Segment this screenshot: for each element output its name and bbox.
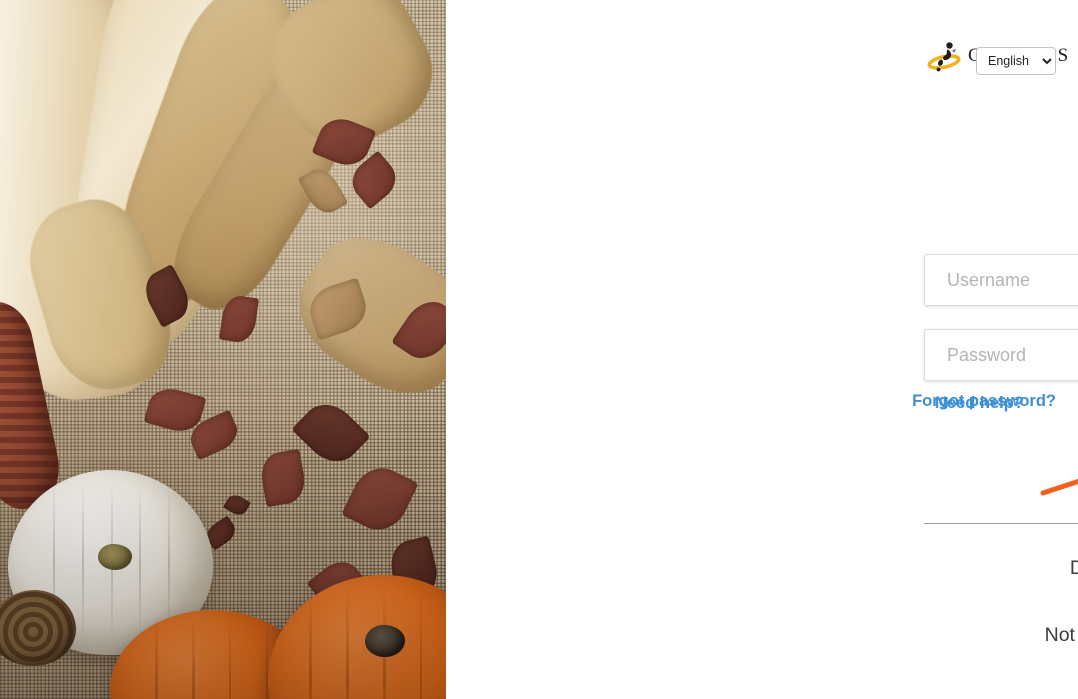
section-divider — [924, 523, 1078, 524]
login-form-panel: COMPASS G R O U P English — [446, 0, 1078, 699]
language-select[interactable]: English — [976, 47, 1056, 75]
login-page: COMPASS G R O U P English — [0, 0, 1078, 699]
password-input[interactable] — [924, 329, 1078, 381]
reset-prompt: Not able to login? — [1044, 624, 1078, 646]
register-prompt: Don't have an account? — [1069, 557, 1078, 579]
pumpkin-stem — [364, 625, 405, 658]
annotation-arrow-icon — [1040, 478, 1078, 496]
pumpkin-stem — [98, 544, 133, 570]
compass-group-swoosh-icon — [927, 42, 961, 72]
autumn-harvest-photo — [0, 0, 446, 699]
username-input[interactable] — [924, 254, 1078, 306]
forgot-password-link[interactable]: Forgot password? — [912, 392, 1056, 411]
reset-account-row: Not able to login?Reset your account — [924, 624, 1078, 647]
register-row: Don't have an account?Register — [924, 557, 1078, 580]
